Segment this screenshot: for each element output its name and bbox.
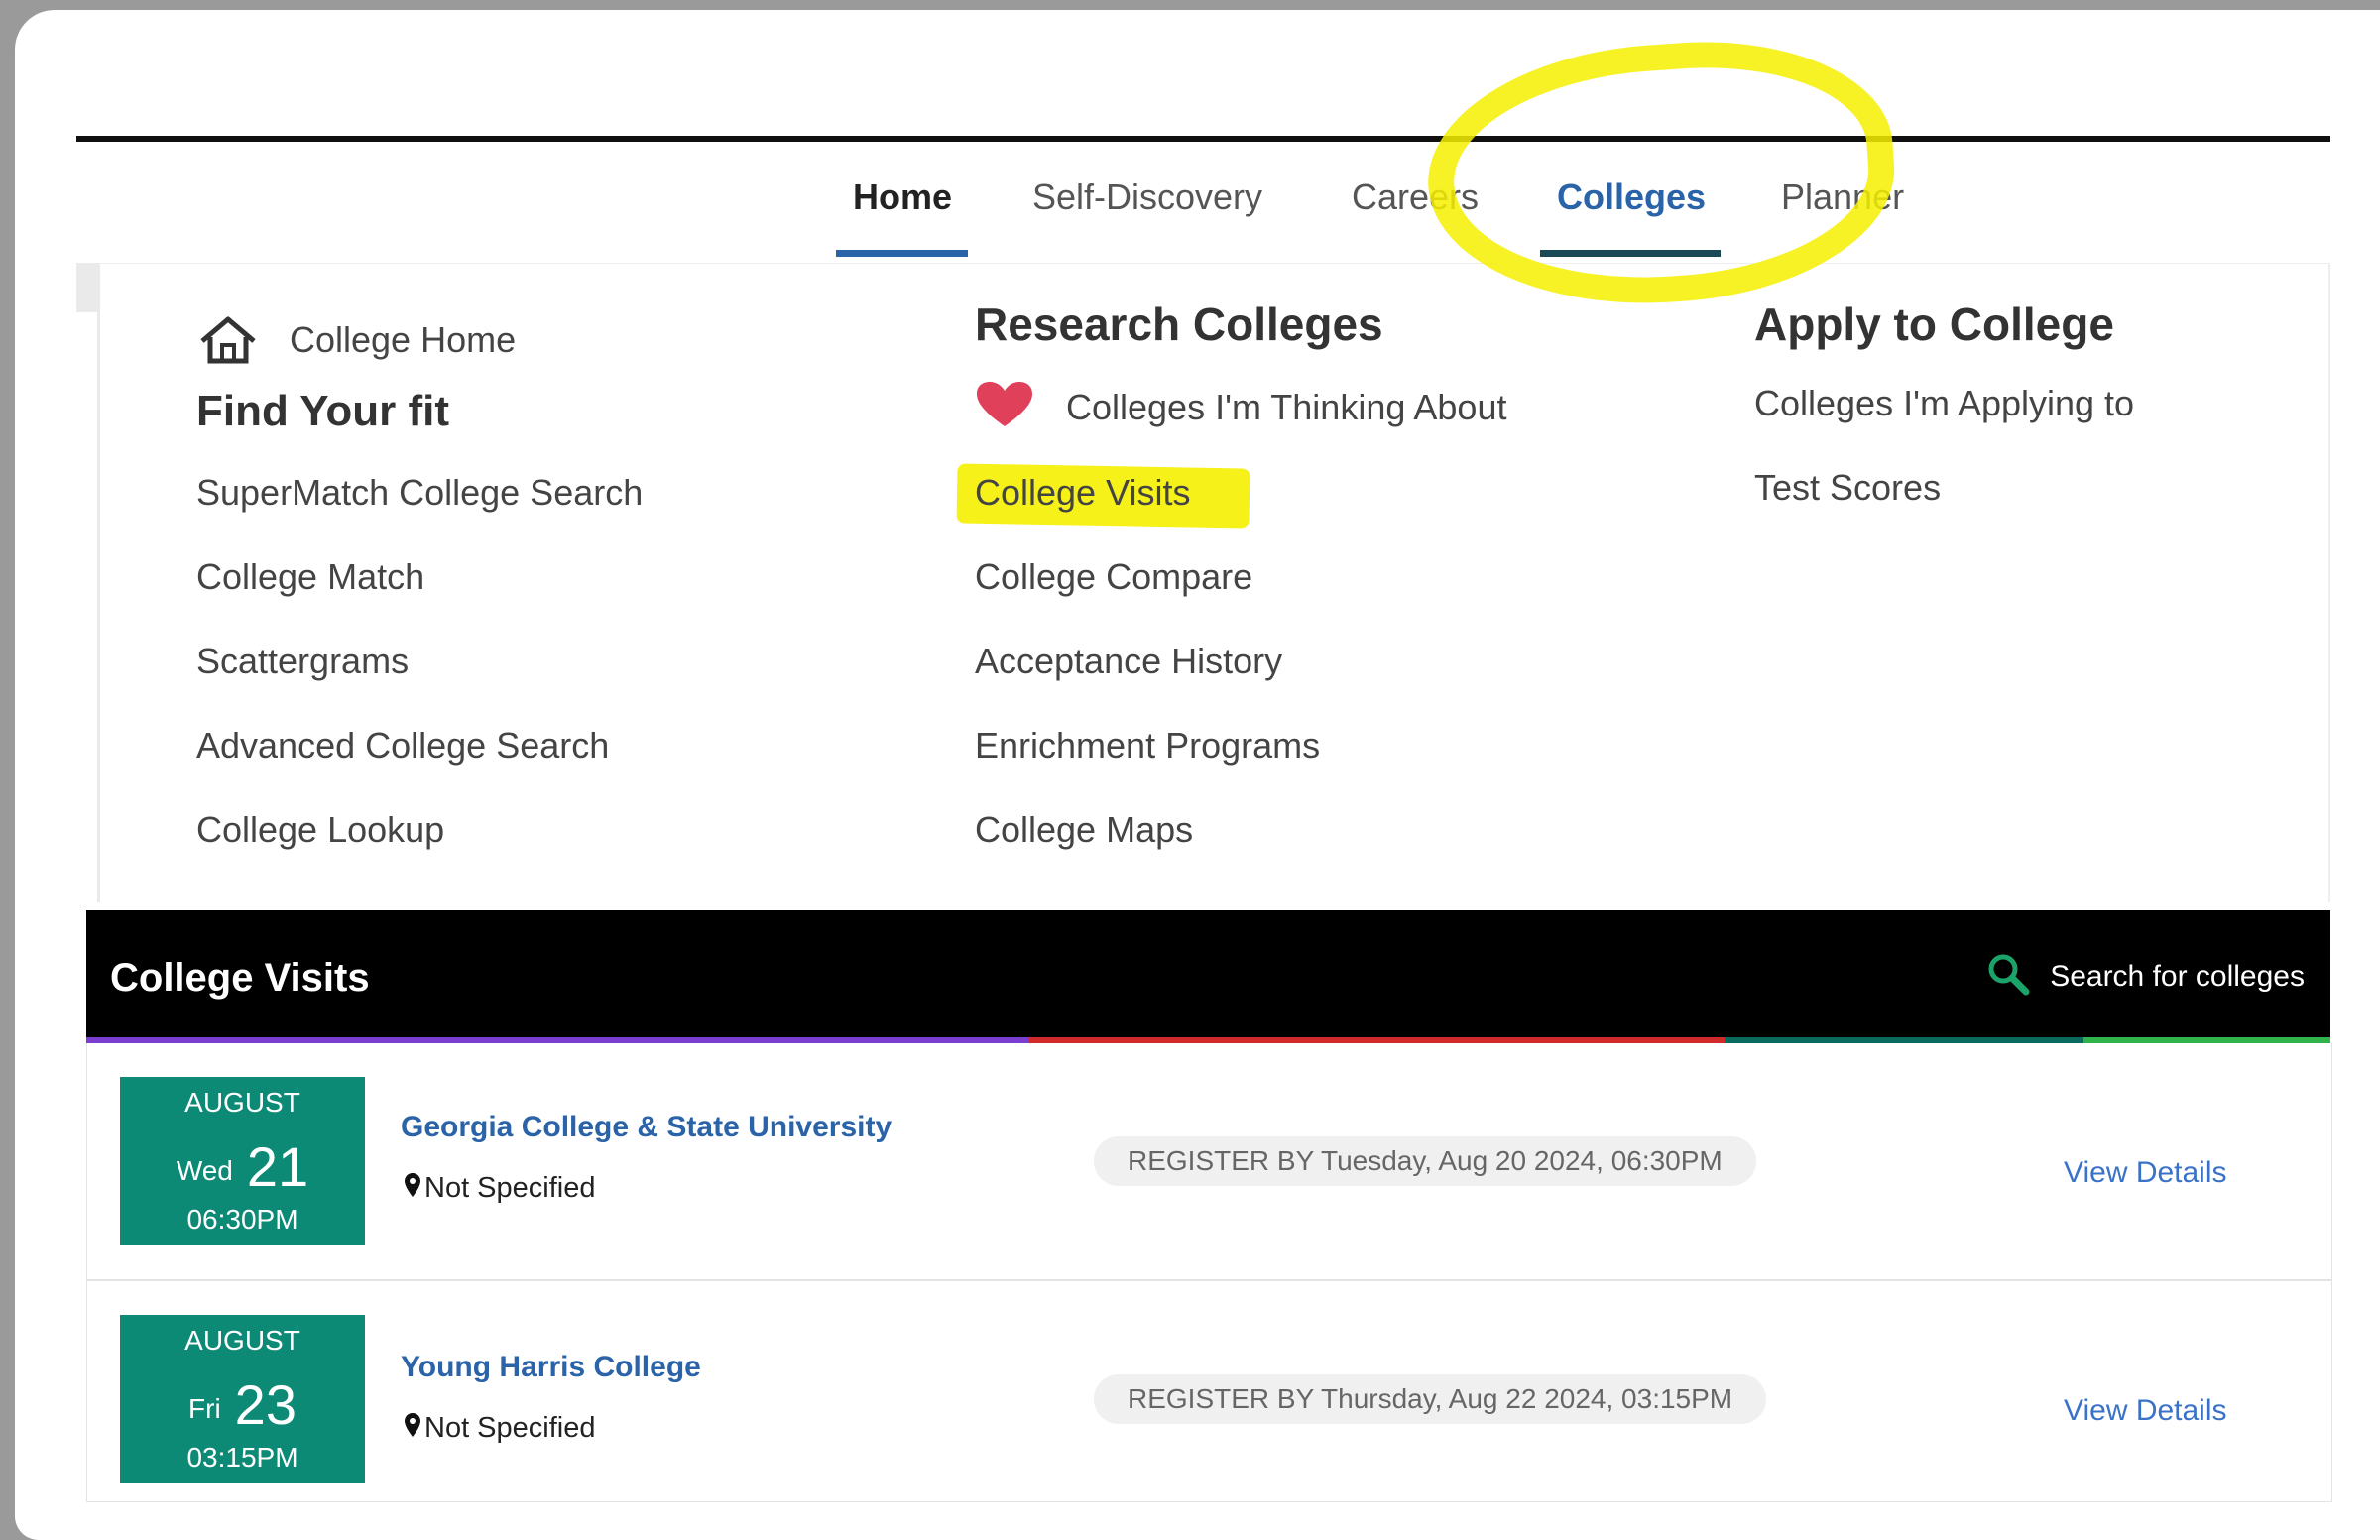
register-by-badge: REGISTER BY Tuesday, Aug 20 2024, 06:30P…: [1094, 1136, 1756, 1186]
visit-weekday: Wed: [176, 1155, 233, 1186]
enrichment-programs-link[interactable]: Enrichment Programs: [975, 725, 1320, 767]
nav-self-discovery[interactable]: Self-Discovery: [1032, 177, 1262, 218]
college-lookup-link[interactable]: College Lookup: [196, 809, 444, 851]
visit-time: 03:15PM: [186, 1442, 298, 1473]
visit-day-number: 23: [234, 1373, 297, 1436]
college-name-link[interactable]: Georgia College & State University: [401, 1111, 892, 1144]
view-details-link[interactable]: View Details: [2064, 1156, 2227, 1190]
search-colleges-label: Search for colleges: [2050, 959, 2305, 993]
college-home-link[interactable]: College Home: [290, 319, 516, 361]
menu-right-border: [2328, 263, 2330, 902]
main-nav: Home Self-Discovery Careers Colleges Pla…: [0, 149, 2380, 263]
visit-row: AUGUST Wed 21 06:30PM Georgia College & S…: [87, 1043, 2331, 1281]
visit-location: Not Specified: [405, 1412, 596, 1445]
scattergrams-link[interactable]: Scattergrams: [196, 641, 409, 682]
visit-location: Not Specified: [405, 1172, 596, 1205]
supermatch-link[interactable]: SuperMatch College Search: [196, 472, 643, 514]
test-scores-link[interactable]: Test Scores: [1754, 467, 1941, 509]
menu-left-border: [97, 307, 100, 902]
map-pin-icon: [405, 1412, 420, 1445]
find-your-fit-heading: Find Your fit: [196, 387, 449, 435]
menu-left-edge: [76, 263, 100, 312]
visit-month: AUGUST: [184, 1325, 300, 1356]
college-visits-title: College Visits: [110, 956, 370, 1000]
acceptance-history-link[interactable]: Acceptance History: [975, 641, 1282, 682]
visit-location-text: Not Specified: [424, 1172, 596, 1204]
search-colleges-button[interactable]: Search for colleges: [1986, 952, 2305, 1001]
visit-row: AUGUST Fri 23 03:15PM Young Harris Colleg…: [87, 1281, 2331, 1517]
visit-month: AUGUST: [184, 1087, 300, 1118]
home-icon[interactable]: [198, 315, 258, 370]
colleges-applying-to-link[interactable]: Colleges I'm Applying to: [1754, 383, 2134, 424]
college-visits-link[interactable]: College Visits: [975, 472, 1190, 514]
register-by-badge: REGISTER BY Thursday, Aug 22 2024, 03:15…: [1094, 1374, 1767, 1424]
heart-icon: [975, 381, 1034, 435]
college-maps-link[interactable]: College Maps: [975, 809, 1193, 851]
visit-date-box: AUGUST Fri 23 03:15PM: [120, 1315, 365, 1483]
visit-date-box: AUGUST Wed 21 06:30PM: [120, 1077, 365, 1245]
visit-day: Fri 23: [120, 1372, 365, 1437]
search-icon: [1986, 952, 2030, 1001]
college-compare-link[interactable]: College Compare: [975, 556, 1252, 598]
top-divider: [76, 136, 2330, 142]
college-name-link[interactable]: Young Harris College: [401, 1351, 701, 1384]
visit-weekday: Fri: [188, 1393, 221, 1424]
visit-location-text: Not Specified: [424, 1412, 596, 1444]
college-visits-header: College Visits Search for colleges: [86, 910, 2330, 1039]
research-colleges-heading: Research Colleges: [975, 298, 1383, 350]
nav-home[interactable]: Home: [853, 177, 952, 218]
home-tab-indicator: [836, 250, 968, 257]
college-visits-list: AUGUST Wed 21 06:30PM Georgia College & S…: [86, 1043, 2332, 1502]
apply-to-college-heading: Apply to College: [1754, 298, 2114, 350]
map-pin-icon: [405, 1172, 420, 1205]
visit-day-number: 21: [246, 1135, 309, 1198]
view-details-link[interactable]: View Details: [2064, 1394, 2227, 1428]
visit-day: Wed 21: [120, 1134, 365, 1199]
college-match-link[interactable]: College Match: [196, 556, 424, 598]
advanced-college-search-link[interactable]: Advanced College Search: [196, 725, 609, 767]
visit-time: 06:30PM: [186, 1204, 298, 1235]
colleges-thinking-about-link[interactable]: Colleges I'm Thinking About: [1066, 387, 1506, 428]
